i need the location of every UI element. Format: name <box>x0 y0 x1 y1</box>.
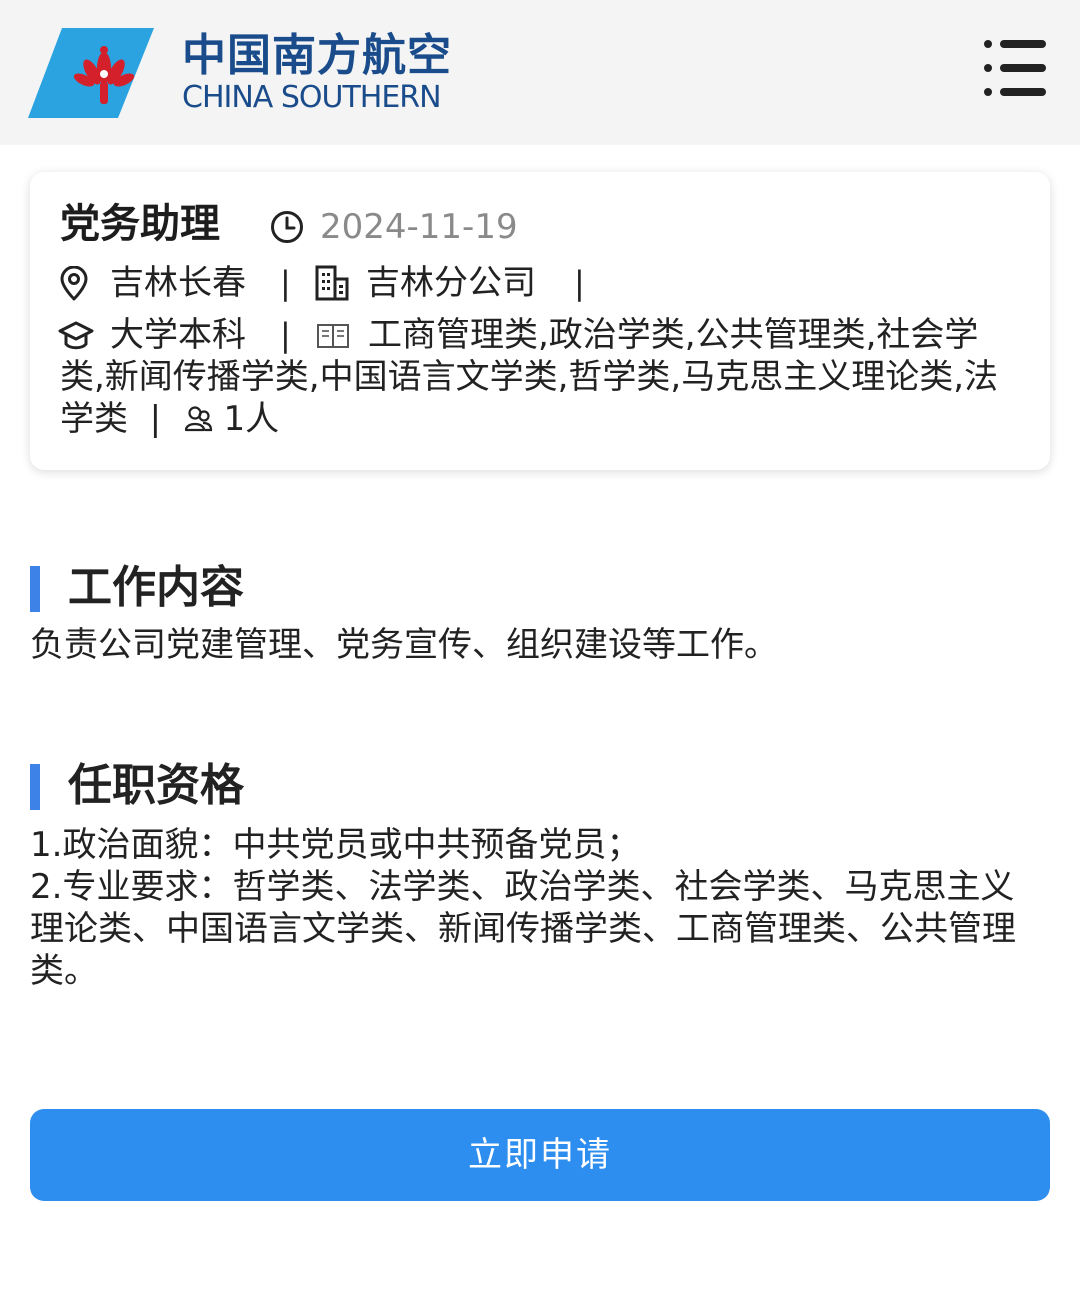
menu-list-icon <box>984 40 1050 48</box>
job-company: 吉林分公司 <box>366 263 536 303</box>
job-majors-block: 工商管理类,政治学类,公共管理类,社会学类,新闻传播学类,中国语言文学类,哲学类… <box>60 314 1020 440</box>
clock-icon <box>271 211 303 243</box>
job-headcount: 1人 <box>223 399 280 439</box>
requirements-title: 任职资格 <box>68 760 244 811</box>
duties-title: 工作内容 <box>68 562 244 613</box>
job-title: 党务助理 <box>60 201 220 247</box>
requirement-political: 1.政治面貌：中共党员或中共预备党员； <box>30 825 641 865</box>
separator: | <box>149 399 162 439</box>
job-location: 吉林长春 <box>110 263 246 303</box>
apply-button[interactable]: 立即申请 <box>30 1109 1050 1201</box>
duties-body: 负责公司党建管理、党务宣传、组织建设等工作。 <box>30 624 1045 666</box>
post-date: 2024-11-19 <box>320 207 518 247</box>
china-southern-logo-icon[interactable] <box>28 28 156 120</box>
separator: | <box>280 264 291 302</box>
section-accent-bar <box>30 764 40 810</box>
requirement-major: 2.专业要求：哲学类、法学类、政治学类、社会学类、马克思主义理论类、中国语言文学… <box>30 867 1016 991</box>
brand-name-chinese: 中国南方航空 <box>182 30 452 81</box>
section-accent-bar <box>30 566 40 612</box>
building-icon <box>315 265 349 301</box>
location-pin-icon <box>60 266 88 301</box>
top-header: 中国南方航空 CHINA SOUTHERN <box>0 0 1080 145</box>
requirements-body: 1.政治面貌：中共党员或中共预备党员； 2.专业要求：哲学类、法学类、政治学类、… <box>30 824 1045 992</box>
people-icon <box>184 406 212 432</box>
job-summary-card: 党务助理 2024-11-19 吉林长春 | 吉林分公司 | 大学本科 | 工商… <box>30 172 1050 470</box>
separator: | <box>574 264 585 302</box>
duties-text: 负责公司党建管理、党务宣传、组织建设等工作。 <box>30 625 778 665</box>
brand-name-english: CHINA SOUTHERN <box>182 80 442 115</box>
menu-button[interactable] <box>984 38 1050 98</box>
